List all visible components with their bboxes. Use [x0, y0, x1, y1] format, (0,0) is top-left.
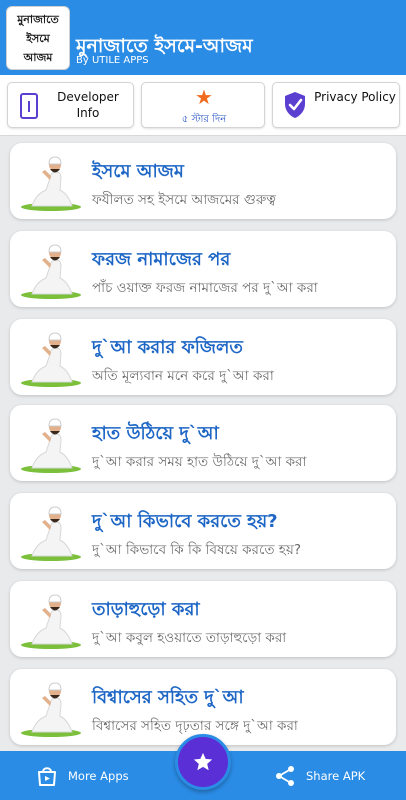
more-apps-label: More Apps [68, 768, 129, 783]
app-store-icon [38, 766, 56, 786]
praying-man-icon [21, 156, 81, 211]
top-actions-bar: Developer Info ★ ৫ স্টার দিন Privacy Pol… [0, 75, 406, 136]
share-apk-button[interactable]: Share APK [274, 751, 365, 800]
app-logo: মুনাজাতে ইসমে আজম [6, 6, 70, 70]
logo-line-3: আজম [23, 50, 53, 64]
item-title: তাড়াহুড়ো করা [92, 599, 200, 620]
list-item[interactable]: তাড়াহুড়ো করা দু`আ কবুল হওয়াতে তাড়াহু… [10, 581, 396, 657]
app-header: মুনাজাতে ইসমে আজম মুনাজাতে ইসমে-আজম By U… [0, 0, 406, 75]
list-item[interactable]: হাত উঠিয়ে দু`আ দু`আ করার সময় হাত উঠিয়… [10, 405, 396, 481]
rate-five-star-button[interactable]: ★ ৫ স্টার দিন [141, 82, 265, 128]
list-item[interactable]: ইসমে আজম ফযীলত সহ ইসমে আজমের গুরুত্ব [10, 143, 396, 219]
praying-man-icon [21, 244, 81, 299]
item-subtitle: দু`আ করার সময় হাত উঠিয়ে দু`আ করা [92, 454, 307, 470]
item-title: ইসমে আজম [92, 161, 184, 182]
star-icon [193, 752, 213, 771]
star-icon: ★ [195, 85, 213, 109]
praying-man-icon [21, 594, 81, 649]
list-item[interactable]: দু`আ করার ফজিলত অতি মূল্যবান মনে করে দু`… [10, 319, 396, 395]
praying-man-icon [21, 506, 81, 561]
privacy-policy-label: Privacy Policy [314, 90, 396, 104]
logo-line-2: ইসমে [26, 31, 50, 45]
developer-info-label: Developer Info [57, 90, 119, 120]
developer-info-button[interactable]: Developer Info [7, 82, 134, 128]
praying-man-icon [21, 332, 81, 387]
praying-man-icon [21, 682, 81, 737]
item-subtitle: দু`আ কিভাবে কি কি বিষয়ে করতে হয়? [92, 542, 302, 558]
item-subtitle: পাঁচ ওয়াক্ত ফরজ নামাজের পর দু`আ করা [92, 280, 318, 296]
share-apk-label: Share APK [306, 768, 366, 783]
share-icon [276, 765, 294, 786]
item-subtitle: ফযীলত সহ ইসমে আজমের গুরুত্ব [92, 192, 276, 208]
rate-label: ৫ স্টার দিন [181, 114, 227, 125]
item-subtitle: অতি মূল্যবান মনে করে দু`আ করা [92, 368, 274, 384]
logo-line-1: মুনাজাতে [17, 12, 59, 26]
item-title: ফরজ নামাজের পর [92, 249, 231, 270]
item-title: হাত উঠিয়ে দু`আ [92, 423, 219, 444]
item-title: বিশ্বাসের সহিত দু`আ [92, 687, 244, 708]
list-item[interactable]: ফরজ নামাজের পর পাঁচ ওয়াক্ত ফরজ নামাজের … [10, 231, 396, 307]
praying-man-icon [21, 418, 81, 473]
item-title: দু`আ কিভাবে করতে হয়? [92, 511, 278, 532]
app-subtitle: By UTILE APPS [76, 55, 149, 66]
list-item[interactable]: দু`আ কিভাবে করতে হয়? দু`আ কিভাবে কি কি … [10, 493, 396, 569]
shield-check-icon [285, 92, 305, 118]
item-title: দু`আ করার ফজিলত [92, 337, 243, 358]
info-icon [20, 93, 38, 119]
privacy-policy-button[interactable]: Privacy Policy [272, 82, 400, 128]
more-apps-button[interactable]: More Apps [36, 751, 129, 800]
favorite-fab-button[interactable] [175, 734, 231, 790]
item-subtitle: দু`আ কবুল হওয়াতে তাড়াহুড়ো করা [92, 630, 287, 646]
